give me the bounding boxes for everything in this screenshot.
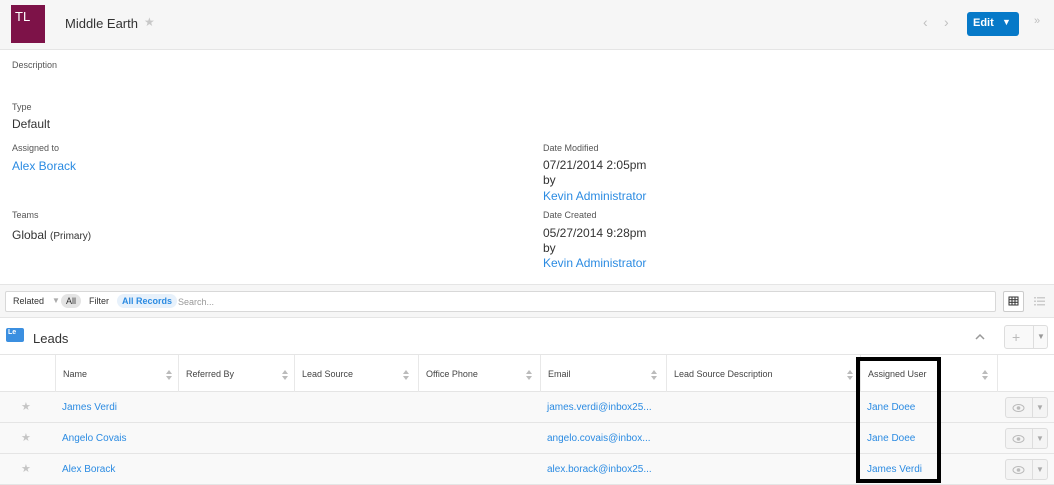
eye-icon [1012, 435, 1025, 443]
button-divider [1032, 429, 1033, 448]
row-favorite-star-icon[interactable]: ★ [21, 400, 31, 413]
column-header-referred-by[interactable]: Referred By [178, 355, 294, 392]
sort-icon[interactable] [651, 370, 657, 380]
add-dropdown-caret-icon[interactable]: ▼ [1037, 332, 1045, 341]
row-actions-button[interactable]: ▼ [1005, 428, 1048, 449]
related-caret-icon[interactable]: ▼ [52, 296, 60, 305]
lead-email-link[interactable]: alex.borack@inbox25... [547, 464, 652, 475]
next-record-icon[interactable]: › [944, 14, 949, 30]
subpanel-filter-bar: Related ▼ All Filter All Records [0, 284, 1054, 318]
toggle-sidebar-icon[interactable]: » [1034, 15, 1040, 27]
record-avatar: TL [11, 5, 45, 43]
column-header-email[interactable]: Email [540, 355, 666, 392]
date-created-value: 05/27/2014 9:28pm [543, 226, 647, 240]
related-dropdown[interactable]: Related [13, 296, 44, 306]
row-actions-button[interactable]: ▼ [1005, 459, 1048, 480]
edit-dropdown-caret-icon[interactable]: ▼ [1002, 17, 1011, 27]
plus-icon: + [1012, 329, 1021, 345]
date-created-by: by [543, 241, 556, 255]
team-name: Global [12, 228, 47, 242]
assigned-user-highlight-box [856, 357, 941, 483]
lead-email-link[interactable]: angelo.covais@inbox... [547, 433, 651, 444]
assigned-to-link[interactable]: Alex Borack [12, 159, 76, 173]
date-modified-label: Date Modified [543, 143, 599, 153]
sort-icon[interactable] [526, 370, 532, 380]
button-divider [1032, 398, 1033, 417]
row-actions-caret-icon[interactable]: ▼ [1036, 465, 1044, 474]
column-header-actions [997, 355, 1054, 392]
record-header: TL Middle Earth ★ ‹ › Edit ▼ » [0, 0, 1054, 50]
related-all-pill[interactable]: All [61, 294, 82, 308]
column-header-office-phone[interactable]: Office Phone [418, 355, 540, 392]
activity-stream-view-icon[interactable] [1029, 291, 1050, 312]
column-header-label: Email [548, 369, 571, 379]
previous-record-icon[interactable]: ‹ [923, 14, 928, 30]
sort-icon[interactable] [847, 370, 853, 380]
column-header-label: Lead Source Description [674, 369, 773, 379]
row-actions-button[interactable]: ▼ [1005, 397, 1048, 418]
description-label: Description [12, 60, 58, 70]
search-input[interactable] [178, 295, 478, 308]
teams-label: Teams [12, 210, 39, 220]
date-modified-by: by [543, 173, 556, 187]
column-header-lead-source-description[interactable]: Lead Source Description [666, 355, 856, 392]
column-header-label: Referred By [186, 369, 235, 379]
date-created-label: Date Created [543, 210, 597, 220]
sort-icon[interactable] [403, 370, 409, 380]
lead-name-link[interactable]: Alex Borack [62, 464, 115, 475]
edit-button-label: Edit [973, 17, 994, 29]
leads-subpanel-title: Leads [33, 331, 69, 346]
type-value: Default [12, 117, 51, 131]
sort-icon[interactable] [166, 370, 172, 380]
collapse-chevron-up-icon[interactable] [974, 331, 986, 343]
assigned-to-label: Assigned to [12, 143, 60, 153]
team-primary-tag: (Primary) [50, 231, 92, 242]
row-actions-caret-icon[interactable]: ▼ [1036, 434, 1044, 443]
record-title: Middle Earth [65, 16, 138, 31]
add-lead-button[interactable]: + ▼ [1004, 325, 1048, 349]
button-divider [1033, 326, 1034, 348]
sort-icon[interactable] [982, 370, 988, 380]
filter-box: Related ▼ All Filter All Records [5, 291, 996, 312]
table-view-icon[interactable] [1003, 291, 1024, 312]
lead-name-link[interactable]: Angelo Covais [62, 433, 126, 444]
leads-module-icon: Le [6, 328, 24, 342]
column-header-lead-source[interactable]: Lead Source [294, 355, 418, 392]
leads-subpanel-header[interactable]: Le Leads + ▼ [0, 318, 1054, 354]
column-header-label: Lead Source [302, 369, 354, 379]
filter-all-records-pill[interactable]: All Records [117, 294, 178, 308]
lead-email-link[interactable]: james.verdi@inbox25... [547, 402, 652, 413]
favorite-star-icon[interactable]: ★ [144, 15, 155, 29]
eye-icon [1012, 404, 1025, 412]
row-favorite-star-icon[interactable]: ★ [21, 462, 31, 475]
column-header-label: Name [63, 369, 88, 379]
sort-icon[interactable] [282, 370, 288, 380]
filter-label: Filter [89, 296, 109, 306]
column-header-name[interactable]: Name [55, 355, 178, 392]
button-divider [1032, 460, 1033, 479]
row-favorite-star-icon[interactable]: ★ [21, 431, 31, 444]
date-created-user-link[interactable]: Kevin Administrator [543, 256, 646, 270]
eye-icon [1012, 466, 1025, 474]
edit-button[interactable]: Edit ▼ [967, 12, 1019, 36]
date-modified-value: 07/21/2014 2:05pm [543, 158, 647, 172]
column-header-label: Office Phone [426, 369, 478, 379]
date-modified-user-link[interactable]: Kevin Administrator [543, 189, 646, 203]
lead-name-link[interactable]: James Verdi [62, 402, 117, 413]
row-actions-caret-icon[interactable]: ▼ [1036, 403, 1044, 412]
teams-value: Global (Primary) [12, 228, 91, 242]
type-label: Type [12, 102, 32, 112]
